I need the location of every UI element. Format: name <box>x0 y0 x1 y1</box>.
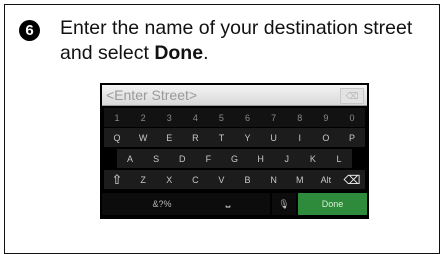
key-q[interactable]: Q <box>104 133 130 143</box>
number-row: 1 2 3 4 5 6 7 8 9 0 <box>104 108 365 127</box>
instruction-text-end: . <box>203 42 209 64</box>
alt-key[interactable]: Alt <box>313 175 339 185</box>
key-k[interactable]: K <box>300 154 326 164</box>
key-5[interactable]: 5 <box>208 113 234 123</box>
key-e[interactable]: E <box>156 133 182 143</box>
letter-row-asdf: A S D F G H J K L <box>117 149 352 168</box>
key-g[interactable]: G <box>222 154 248 164</box>
clear-entry-button[interactable]: ⌫ <box>340 88 364 104</box>
step-number-badge: 6 <box>19 20 40 41</box>
key-b[interactable]: B <box>235 175 261 185</box>
done-button[interactable]: Done <box>298 193 367 215</box>
key-7[interactable]: 7 <box>261 113 287 123</box>
instruction-text-bold: Done <box>154 42 204 64</box>
key-u[interactable]: U <box>261 133 287 143</box>
key-s[interactable]: S <box>143 154 169 164</box>
key-v[interactable]: V <box>208 175 234 185</box>
key-m[interactable]: M <box>287 175 313 185</box>
key-4[interactable]: 4 <box>182 113 208 123</box>
key-1[interactable]: 1 <box>104 113 130 123</box>
key-6[interactable]: 6 <box>235 113 261 123</box>
key-d[interactable]: D <box>169 154 195 164</box>
letter-row-qwerty: Q W E R T Y U I O P <box>104 128 365 147</box>
street-entry-field[interactable]: <Enter Street> ⌫ <box>102 85 367 106</box>
key-t[interactable]: T <box>208 133 234 143</box>
key-a[interactable]: A <box>117 154 143 164</box>
key-9[interactable]: 9 <box>313 113 339 123</box>
instruction-text: Enter the name of your destination stree… <box>60 16 435 66</box>
key-l[interactable]: L <box>326 154 352 164</box>
key-r[interactable]: R <box>182 133 208 143</box>
key-3[interactable]: 3 <box>156 113 182 123</box>
space-key-icon[interactable]: ⎵ <box>186 193 270 215</box>
key-j[interactable]: J <box>274 154 300 164</box>
instruction-text-main: Enter the name of your destination stree… <box>60 17 413 64</box>
key-c[interactable]: C <box>182 175 208 185</box>
key-o[interactable]: O <box>313 133 339 143</box>
key-0[interactable]: 0 <box>339 113 365 123</box>
voice-key-icon[interactable]: 🎙 <box>272 193 296 215</box>
keyboard-bottom-row: &?% ⎵ 🎙 Done <box>102 193 367 215</box>
key-p[interactable]: P <box>339 133 365 143</box>
instruction-box: 6 Enter the name of your destination str… <box>4 4 440 254</box>
key-f[interactable]: F <box>195 154 221 164</box>
key-8[interactable]: 8 <box>287 113 313 123</box>
key-z[interactable]: Z <box>130 175 156 185</box>
key-2[interactable]: 2 <box>130 113 156 123</box>
key-n[interactable]: N <box>261 175 287 185</box>
backspace-key-icon[interactable]: ⌫ <box>339 173 365 187</box>
key-y[interactable]: Y <box>235 133 261 143</box>
key-w[interactable]: W <box>130 133 156 143</box>
street-entry-placeholder: <Enter Street> <box>106 87 198 103</box>
key-h[interactable]: H <box>248 154 274 164</box>
shift-key-icon[interactable]: ⇧ <box>104 172 130 188</box>
key-x[interactable]: X <box>156 175 182 185</box>
key-i[interactable]: I <box>287 133 313 143</box>
letter-row-zxcv: ⇧ Z X C V B N M Alt ⌫ <box>104 170 365 189</box>
onscreen-keyboard: <Enter Street> ⌫ 1 2 3 4 5 6 7 8 9 0 Q W… <box>100 83 369 219</box>
